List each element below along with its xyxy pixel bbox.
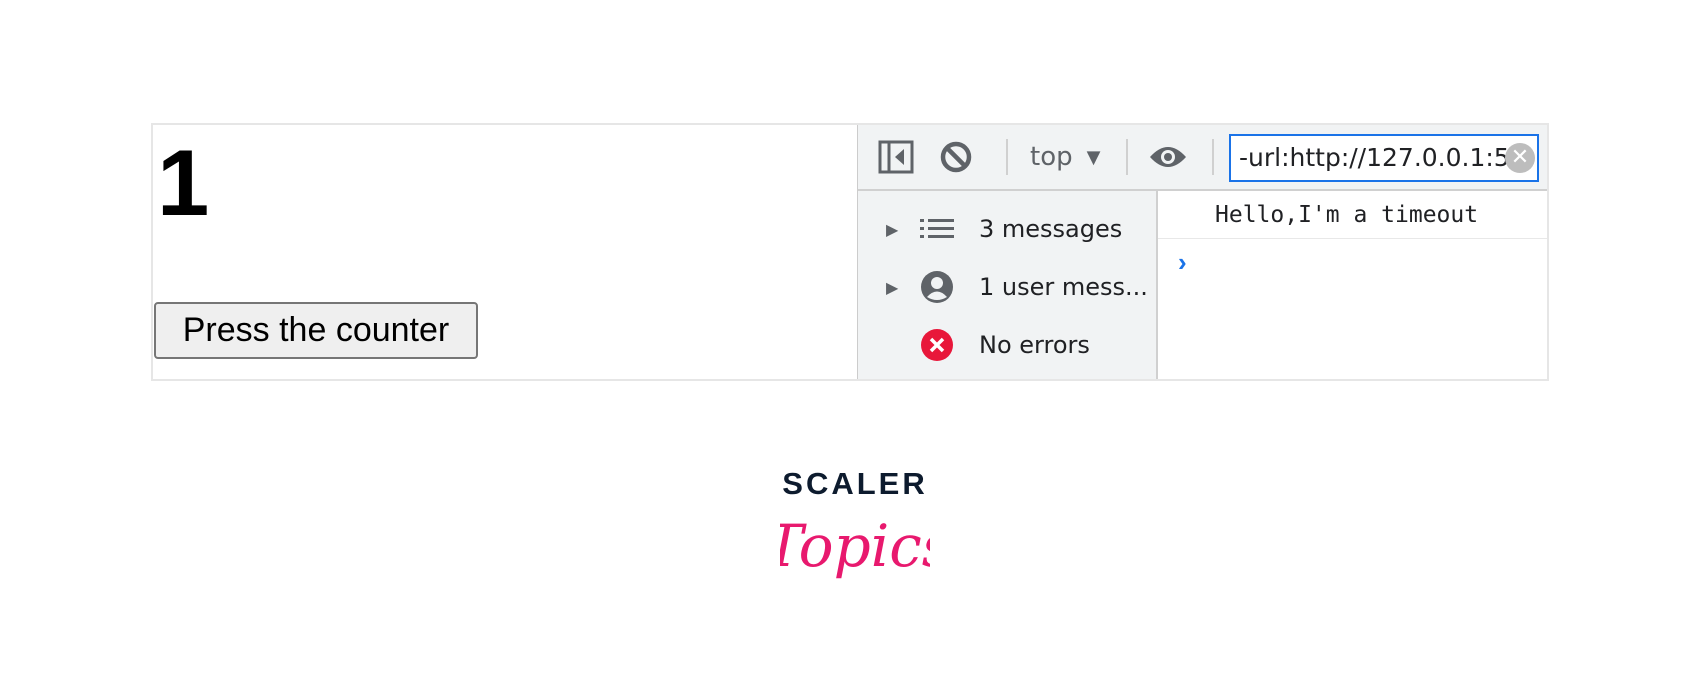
devtools-panel: top ▼ -url:http://127.0.0.1:5 ✕ ▶ 3 mess… (857, 125, 1547, 379)
console-message: Hello,I'm a timeout (1158, 191, 1547, 239)
counter-value: 1 (157, 130, 210, 235)
sidebar-item-label: 3 messages (979, 215, 1123, 243)
page-content: 1 Press the counter (153, 125, 857, 379)
error-icon (920, 328, 954, 362)
console-prompt[interactable]: › (1178, 247, 1187, 278)
expand-arrow-icon[interactable]: ▶ (886, 220, 898, 239)
toolbar-divider (1212, 139, 1214, 175)
dropdown-arrow-icon: ▼ (1086, 146, 1101, 168)
console-output: Hello,I'm a timeout › (1158, 191, 1547, 379)
clear-filter-icon[interactable]: ✕ (1505, 143, 1535, 173)
console-filter-input[interactable]: -url:http://127.0.0.1:5 ✕ (1229, 134, 1539, 182)
console-sidebar: ▶ 3 messages ▶ 1 user mess... No errors (858, 191, 1158, 379)
clear-console-icon[interactable] (939, 135, 973, 179)
svg-text:SCALER: SCALER (782, 466, 927, 501)
scaler-topics-logo: SCALER Topics (764, 466, 951, 596)
svg-text:Topics: Topics (780, 512, 930, 580)
sidebar-item-errors[interactable]: No errors (858, 323, 1156, 367)
expand-arrow-icon[interactable]: ▶ (886, 278, 898, 297)
sidebar-item-label: No errors (979, 331, 1090, 359)
toolbar-divider (1126, 139, 1128, 175)
sidebar-item-label: 1 user mess... (979, 273, 1148, 301)
list-icon (920, 212, 954, 246)
browser-frame: 1 Press the counter top ▼ -url:http://12… (151, 123, 1549, 381)
toolbar-divider (1006, 139, 1008, 175)
sidebar-item-messages[interactable]: ▶ 3 messages (858, 207, 1156, 251)
sidebar-item-user-messages[interactable]: ▶ 1 user mess... (858, 265, 1156, 309)
eye-icon[interactable] (1148, 135, 1188, 179)
sidebar-toggle-icon[interactable] (878, 135, 914, 179)
press-counter-button[interactable]: Press the counter (154, 302, 478, 359)
filter-value: -url:http://127.0.0.1:5 (1239, 143, 1510, 172)
console-toolbar: top ▼ -url:http://127.0.0.1:5 ✕ (858, 125, 1547, 191)
context-label: top (1030, 142, 1073, 172)
user-icon (920, 270, 954, 304)
context-selector[interactable]: top ▼ (1030, 135, 1100, 179)
